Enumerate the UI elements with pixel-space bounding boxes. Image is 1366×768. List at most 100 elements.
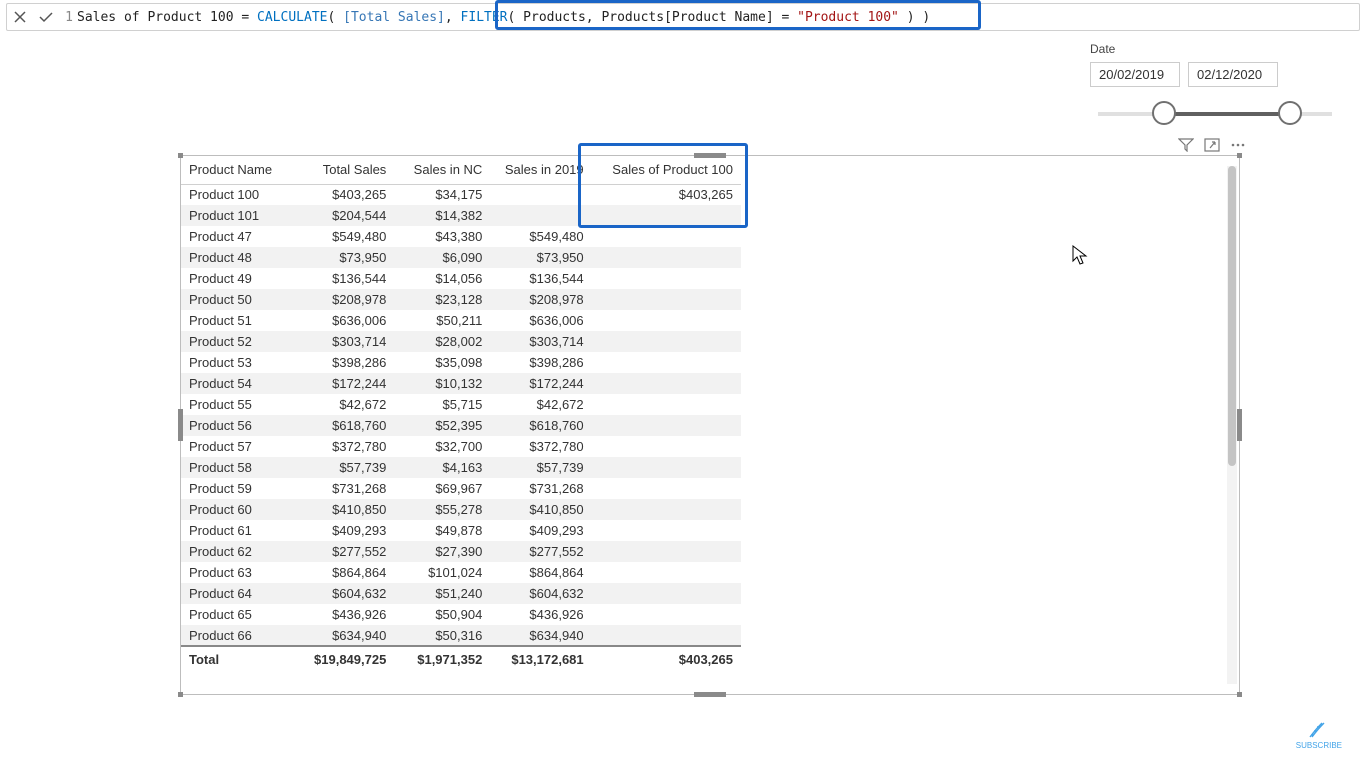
cell-sales-2019: $549,480 bbox=[490, 226, 591, 247]
cancel-formula-button[interactable] bbox=[7, 4, 33, 30]
resize-handle-bl[interactable] bbox=[178, 692, 183, 697]
cell-total-sales: $303,714 bbox=[288, 331, 395, 352]
table-row[interactable]: Product 66$634,940$50,316$634,940 bbox=[181, 625, 741, 646]
table-row[interactable]: Product 63$864,864$101,024$864,864 bbox=[181, 562, 741, 583]
cell-sales-2019: $731,268 bbox=[490, 478, 591, 499]
table-row[interactable]: Product 60$410,850$55,278$410,850 bbox=[181, 499, 741, 520]
cell-sales-nc: $23,128 bbox=[394, 289, 490, 310]
table-row[interactable]: Product 52$303,714$28,002$303,714 bbox=[181, 331, 741, 352]
table-visual[interactable]: Product Name Total Sales Sales in NC Sal… bbox=[180, 155, 1240, 695]
cell-sales-2019: $172,244 bbox=[490, 373, 591, 394]
table-row[interactable]: Product 55$42,672$5,715$42,672 bbox=[181, 394, 741, 415]
subscribe-label: SUBSCRIBE bbox=[1296, 741, 1342, 750]
table-row[interactable]: Product 50$208,978$23,128$208,978 bbox=[181, 289, 741, 310]
formula-filter: FILTER bbox=[461, 10, 508, 25]
date-slider[interactable] bbox=[1098, 101, 1332, 127]
table-row[interactable]: Product 48$73,950$6,090$73,950 bbox=[181, 247, 741, 268]
table-row[interactable]: Product 58$57,739$4,163$57,739 bbox=[181, 457, 741, 478]
table-row[interactable]: Product 59$731,268$69,967$731,268 bbox=[181, 478, 741, 499]
table-row[interactable]: Product 61$409,293$49,878$409,293 bbox=[181, 520, 741, 541]
cell-sales-2019 bbox=[490, 205, 591, 226]
cell-total-sales: $409,293 bbox=[288, 520, 395, 541]
cell-total-sales: $731,268 bbox=[288, 478, 395, 499]
cell-sales-p100 bbox=[592, 352, 741, 373]
formula-close: ) ) bbox=[899, 10, 930, 25]
cell-sales-p100 bbox=[592, 373, 741, 394]
cell-sales-p100 bbox=[592, 310, 741, 331]
total-label: Total bbox=[181, 646, 288, 672]
cell-sales-nc: $52,395 bbox=[394, 415, 490, 436]
cell-sales-2019: $618,760 bbox=[490, 415, 591, 436]
cell-sales-2019: $436,926 bbox=[490, 604, 591, 625]
formula-column: Products[Product Name] bbox=[601, 10, 773, 25]
cell-product-name: Product 47 bbox=[181, 226, 288, 247]
cell-sales-p100 bbox=[592, 268, 741, 289]
cell-sales-2019: $57,739 bbox=[490, 457, 591, 478]
cell-sales-nc: $10,132 bbox=[394, 373, 490, 394]
cell-sales-p100 bbox=[592, 457, 741, 478]
resize-handle-br[interactable] bbox=[1237, 692, 1242, 697]
column-header-product-name[interactable]: Product Name bbox=[181, 156, 288, 184]
focus-mode-icon[interactable] bbox=[1204, 138, 1220, 155]
table-row[interactable]: Product 54$172,244$10,132$172,244 bbox=[181, 373, 741, 394]
formula-text[interactable]: Sales of Product 100 = CALCULATE ( [Tota… bbox=[77, 10, 930, 25]
cell-sales-2019: $372,780 bbox=[490, 436, 591, 457]
date-from-input[interactable] bbox=[1090, 62, 1180, 87]
date-to-input[interactable] bbox=[1188, 62, 1278, 87]
table-row[interactable]: Product 51$636,006$50,211$636,006 bbox=[181, 310, 741, 331]
cell-sales-nc: $35,098 bbox=[394, 352, 490, 373]
cell-sales-2019: $409,293 bbox=[490, 520, 591, 541]
cell-sales-2019: $410,850 bbox=[490, 499, 591, 520]
table-row[interactable]: Product 100$403,265$34,175$403,265 bbox=[181, 184, 741, 205]
commit-formula-button[interactable] bbox=[33, 4, 59, 30]
table-row[interactable]: Product 57$372,780$32,700$372,780 bbox=[181, 436, 741, 457]
table-row[interactable]: Product 62$277,552$27,390$277,552 bbox=[181, 541, 741, 562]
cell-sales-nc: $51,240 bbox=[394, 583, 490, 604]
resize-handle-left[interactable] bbox=[178, 409, 183, 441]
total-sales-nc: $1,971,352 bbox=[394, 646, 490, 672]
column-header-sales-nc[interactable]: Sales in NC bbox=[394, 156, 490, 184]
filter-icon[interactable] bbox=[1178, 138, 1194, 155]
table-row[interactable]: Product 64$604,632$51,240$604,632 bbox=[181, 583, 741, 604]
formula-calculate: CALCULATE bbox=[257, 10, 327, 25]
cell-product-name: Product 60 bbox=[181, 499, 288, 520]
vertical-scrollbar[interactable] bbox=[1227, 166, 1237, 684]
cell-sales-p100 bbox=[592, 226, 741, 247]
cell-total-sales: $372,780 bbox=[288, 436, 395, 457]
resize-handle-right[interactable] bbox=[1237, 409, 1242, 441]
cell-sales-2019: $136,544 bbox=[490, 268, 591, 289]
close-icon bbox=[13, 10, 27, 24]
formula-measure-name: Sales of Product 100 bbox=[77, 10, 234, 25]
table-row[interactable]: Product 65$436,926$50,904$436,926 bbox=[181, 604, 741, 625]
formula-bar[interactable]: 1 Sales of Product 100 = CALCULATE ( [To… bbox=[6, 3, 1360, 31]
column-header-total-sales[interactable]: Total Sales bbox=[288, 156, 395, 184]
resize-handle-top[interactable] bbox=[694, 153, 726, 158]
cell-product-name: Product 65 bbox=[181, 604, 288, 625]
table-row[interactable]: Product 49$136,544$14,056$136,544 bbox=[181, 268, 741, 289]
scrollbar-thumb[interactable] bbox=[1228, 166, 1236, 466]
table-row[interactable]: Product 56$618,760$52,395$618,760 bbox=[181, 415, 741, 436]
resize-handle-tr[interactable] bbox=[1237, 153, 1242, 158]
resize-handle-tl[interactable] bbox=[178, 153, 183, 158]
table-row[interactable]: Product 53$398,286$35,098$398,286 bbox=[181, 352, 741, 373]
cell-product-name: Product 61 bbox=[181, 520, 288, 541]
resize-handle-bottom[interactable] bbox=[694, 692, 726, 697]
cell-product-name: Product 56 bbox=[181, 415, 288, 436]
table-row[interactable]: Product 47$549,480$43,380$549,480 bbox=[181, 226, 741, 247]
column-header-sales-2019[interactable]: Sales in 2019 bbox=[490, 156, 591, 184]
slider-handle-to[interactable] bbox=[1278, 101, 1302, 125]
cell-sales-2019: $277,552 bbox=[490, 541, 591, 562]
cell-sales-p100 bbox=[592, 289, 741, 310]
cell-total-sales: $42,672 bbox=[288, 394, 395, 415]
cell-sales-p100 bbox=[592, 562, 741, 583]
cell-total-sales: $57,739 bbox=[288, 457, 395, 478]
cell-product-name: Product 62 bbox=[181, 541, 288, 562]
cell-product-name: Product 100 bbox=[181, 184, 288, 205]
cell-sales-nc: $6,090 bbox=[394, 247, 490, 268]
column-header-sales-product-100[interactable]: Sales of Product 100 bbox=[592, 156, 741, 184]
table-row[interactable]: Product 101$204,544$14,382 bbox=[181, 205, 741, 226]
cell-product-name: Product 48 bbox=[181, 247, 288, 268]
cell-sales-2019: $303,714 bbox=[490, 331, 591, 352]
cell-sales-2019: $864,864 bbox=[490, 562, 591, 583]
slider-handle-from[interactable] bbox=[1152, 101, 1176, 125]
